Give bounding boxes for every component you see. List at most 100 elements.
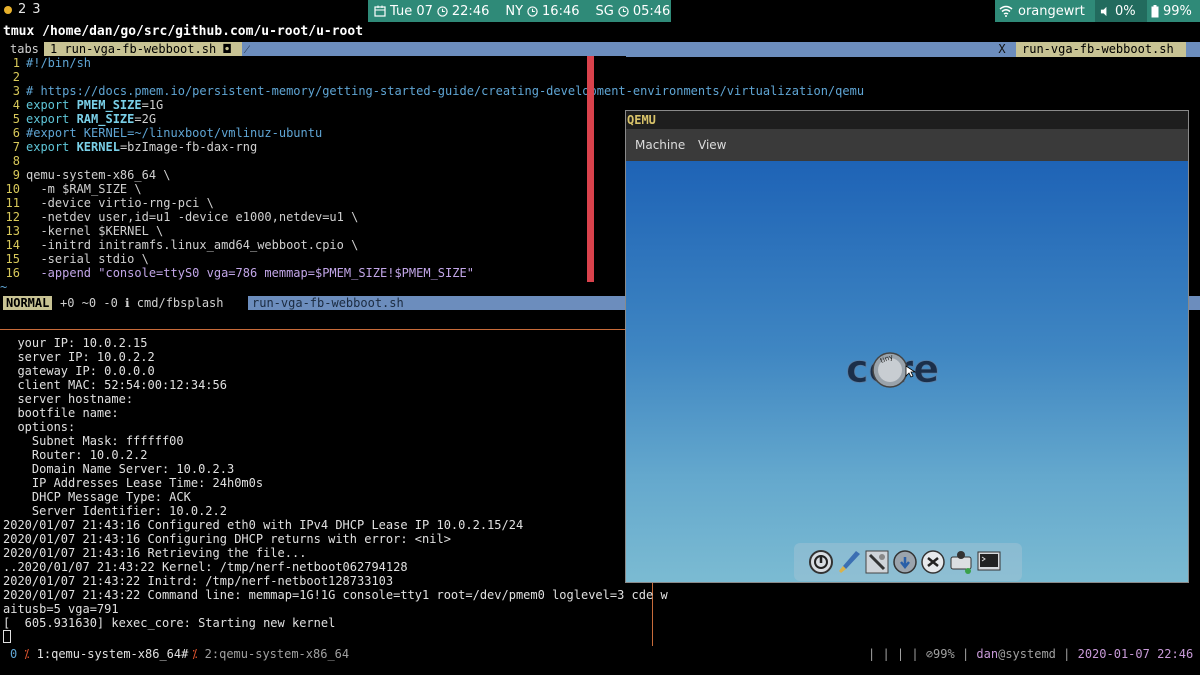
menu-view[interactable]: View bbox=[698, 138, 726, 152]
battery-block[interactable]: 99% bbox=[1147, 0, 1200, 22]
tab-active[interactable]: 1 run-vga-fb-webboot.sh ◘ bbox=[44, 42, 242, 57]
editor-pane[interactable]: 1 #!/bin/sh 2 3 # https://docs.pmem.io/per… bbox=[0, 56, 864, 296]
status-separators: | | | bbox=[868, 647, 905, 661]
tmux-user: dan bbox=[976, 647, 999, 661]
volume-icon bbox=[1100, 6, 1107, 16]
clock-block: Tue 07 22:46 NY 16:46 SG 05:46 bbox=[368, 0, 671, 22]
date-label: Tue 07 bbox=[390, 3, 433, 19]
volume-value: 0% bbox=[1115, 3, 1136, 19]
wifi-icon bbox=[999, 5, 1013, 17]
tmux-battery: 99% bbox=[933, 647, 955, 661]
qemu-menubar: Machine View bbox=[626, 129, 1188, 161]
terminal-line: 2020/01/07 21:43:22 Command line: memmap… bbox=[3, 588, 668, 602]
tz2-label: SG bbox=[595, 3, 614, 19]
tmux-datetime: 2020-01-07 22:46 bbox=[1077, 647, 1194, 661]
top-status-bar: 2 3 Tue 07 22:46 NY 16:46 SG 05:46 orang… bbox=[0, 0, 1200, 22]
code-line: 1 #!/bin/sh bbox=[12, 56, 92, 70]
terminal-pane[interactable]: your IP: 10.0.2.15 server IP: 10.0.2.2 g… bbox=[0, 336, 668, 646]
qemu-display[interactable]: core tiny bbox=[626, 161, 1188, 582]
session-index[interactable]: 0 bbox=[10, 646, 17, 662]
tabline-fill: ⁄ bbox=[242, 42, 988, 57]
apps-icon[interactable] bbox=[892, 549, 918, 575]
network-name: orangewrt bbox=[1018, 3, 1085, 19]
mount-icon[interactable] bbox=[920, 549, 946, 575]
control-panel-icon[interactable] bbox=[864, 549, 890, 575]
code-line: 8 bbox=[12, 154, 20, 168]
workspace-list: 2 3 bbox=[4, 2, 41, 17]
tabs-label: tabs bbox=[10, 42, 39, 56]
mode-indicator: NORMAL bbox=[3, 296, 53, 310]
terminal-icon[interactable] bbox=[976, 549, 1002, 575]
pane-divider[interactable] bbox=[0, 329, 626, 330]
tmux-host: @systemd bbox=[998, 647, 1056, 661]
tinycore-dock bbox=[794, 543, 1022, 581]
terminal-line: 2020/01/07 21:43:16 Configuring DHCP ret… bbox=[3, 532, 451, 546]
tmux-status-right: | | | | ⊘99% | dan@systemd | 2020-01-07 … bbox=[868, 647, 1194, 661]
code-line: 2 bbox=[12, 70, 20, 84]
workspace-2[interactable]: 2 bbox=[18, 2, 26, 17]
terminal-line: 2020/01/07 21:43:16 Configured eth0 with… bbox=[3, 518, 524, 532]
network-icon[interactable] bbox=[948, 549, 974, 575]
terminal-line: Subnet Mask: ffffff00 bbox=[3, 434, 184, 448]
code-line: 13 -kernel $KERNEL \ bbox=[5, 224, 164, 238]
tab-current-buffer[interactable]: run-vga-fb-webboot.sh bbox=[1016, 42, 1186, 57]
window-flag-icon: ⁒ bbox=[24, 647, 30, 661]
tmux-window-2[interactable]: ⁒ 2:qemu-system-x86_64 bbox=[192, 646, 349, 662]
clock-icon bbox=[527, 5, 538, 17]
terminal-line: 2020/01/07 21:43:22 Initrd: /tmp/nerf-ne… bbox=[3, 574, 394, 588]
terminal-line: 2020/01/07 21:43:16 Retrieving the file.… bbox=[3, 546, 307, 560]
terminal-line: bootfile name: bbox=[3, 406, 119, 420]
terminal-line: Server Identifier: 10.0.2.2 bbox=[3, 504, 227, 518]
terminal-line: server hostname: bbox=[3, 392, 134, 406]
window-flag-icon: ⁒ bbox=[192, 647, 198, 661]
tab-close-button[interactable]: X bbox=[988, 42, 1016, 57]
local-time: 22:46 bbox=[451, 3, 490, 19]
code-line: 6 #export KERNEL=~/linuxboot/vmlinuz-ubun… bbox=[12, 126, 323, 140]
terminal-line: your IP: 10.0.2.15 bbox=[3, 336, 148, 350]
terminal-line: options: bbox=[3, 420, 76, 434]
terminal-cursor-line bbox=[3, 630, 11, 644]
terminal-line: IP Addresses Lease Time: 24h0m0s bbox=[3, 476, 264, 490]
power-icon[interactable] bbox=[808, 549, 834, 575]
tmux-status-bar: 0 ⁒ 1:qemu-system-x86_64# ⁒ 2:qemu-syste… bbox=[0, 646, 1200, 662]
tmux-window-2-label: 2:qemu-system-x86_64 bbox=[204, 647, 350, 661]
terminal-line: DHCP Message Type: ACK bbox=[3, 490, 191, 504]
color-column-marker bbox=[587, 56, 594, 282]
git-info: +0 ~0 -0 ℹ cmd/fbsplash bbox=[60, 296, 224, 310]
tab-active-label: 1 run-vga-fb-webboot.sh bbox=[50, 42, 217, 56]
modified-icon: ◘ bbox=[223, 42, 231, 56]
terminal-line: Domain Name Server: 10.0.2.3 bbox=[3, 462, 235, 476]
vim-tabline: tabs 1 run-vga-fb-webboot.sh ◘ ⁄ X run-v… bbox=[0, 42, 1200, 57]
volume-block[interactable]: 0% bbox=[1095, 0, 1147, 22]
code-line: 10 -m $RAM_SIZE \ bbox=[5, 182, 142, 196]
vim-statusline: NORMAL +0 ~0 -0 ℹ cmd/fbsplash run-vga-f… bbox=[0, 296, 626, 310]
tmux-window-1[interactable]: ⁒ 1:qemu-system-x86_64# bbox=[24, 646, 188, 662]
tz1-label: NY bbox=[505, 3, 524, 19]
battery-value: 99% bbox=[1163, 3, 1192, 19]
code-line: 16 -append "console=ttyS0 vga=786 memmap… bbox=[5, 266, 474, 280]
terminal-line: client MAC: 52:54:00:12:34:56 bbox=[3, 378, 227, 392]
code-line: 14 -initrd initramfs.linux_amd64_webboot… bbox=[5, 238, 359, 252]
network-block[interactable]: orangewrt bbox=[995, 0, 1095, 22]
tabline-end bbox=[1186, 42, 1200, 57]
terminal-line: Router: 10.0.2.2 bbox=[3, 448, 148, 462]
code-line: 5 export RAM_SIZE=2G bbox=[12, 112, 157, 126]
code-line: 15 -serial stdio \ bbox=[5, 252, 149, 266]
statusline-filename: run-vga-fb-webboot.sh bbox=[248, 296, 626, 310]
code-line: 9 qemu-system-x86_64 \ bbox=[12, 168, 171, 182]
terminal-line: aitusb=5 vga=791 bbox=[3, 602, 119, 616]
code-line: 12 -netdev user,id=u1 -device e1000,netd… bbox=[5, 210, 359, 224]
code-line: 7 export KERNEL=bzImage-fb-dax-rng bbox=[12, 140, 258, 154]
menu-machine[interactable]: Machine bbox=[635, 138, 685, 152]
battery-icon bbox=[1151, 4, 1159, 17]
code-line: 11 -device virtio-rng-pci \ bbox=[5, 196, 214, 210]
qemu-window[interactable]: QEMU Machine View core tiny bbox=[625, 110, 1189, 583]
tmux-window-1-label: 1:qemu-system-x86_64# bbox=[36, 647, 189, 661]
brush-icon[interactable] bbox=[836, 549, 862, 575]
active-workspace-indicator[interactable] bbox=[4, 5, 12, 14]
calendar-icon bbox=[374, 5, 386, 17]
qemu-title-bar[interactable]: QEMU bbox=[626, 111, 1188, 129]
workspace-3[interactable]: 3 bbox=[32, 2, 40, 17]
clock-icon bbox=[437, 5, 448, 17]
tinycore-logo: core tiny bbox=[846, 347, 940, 392]
